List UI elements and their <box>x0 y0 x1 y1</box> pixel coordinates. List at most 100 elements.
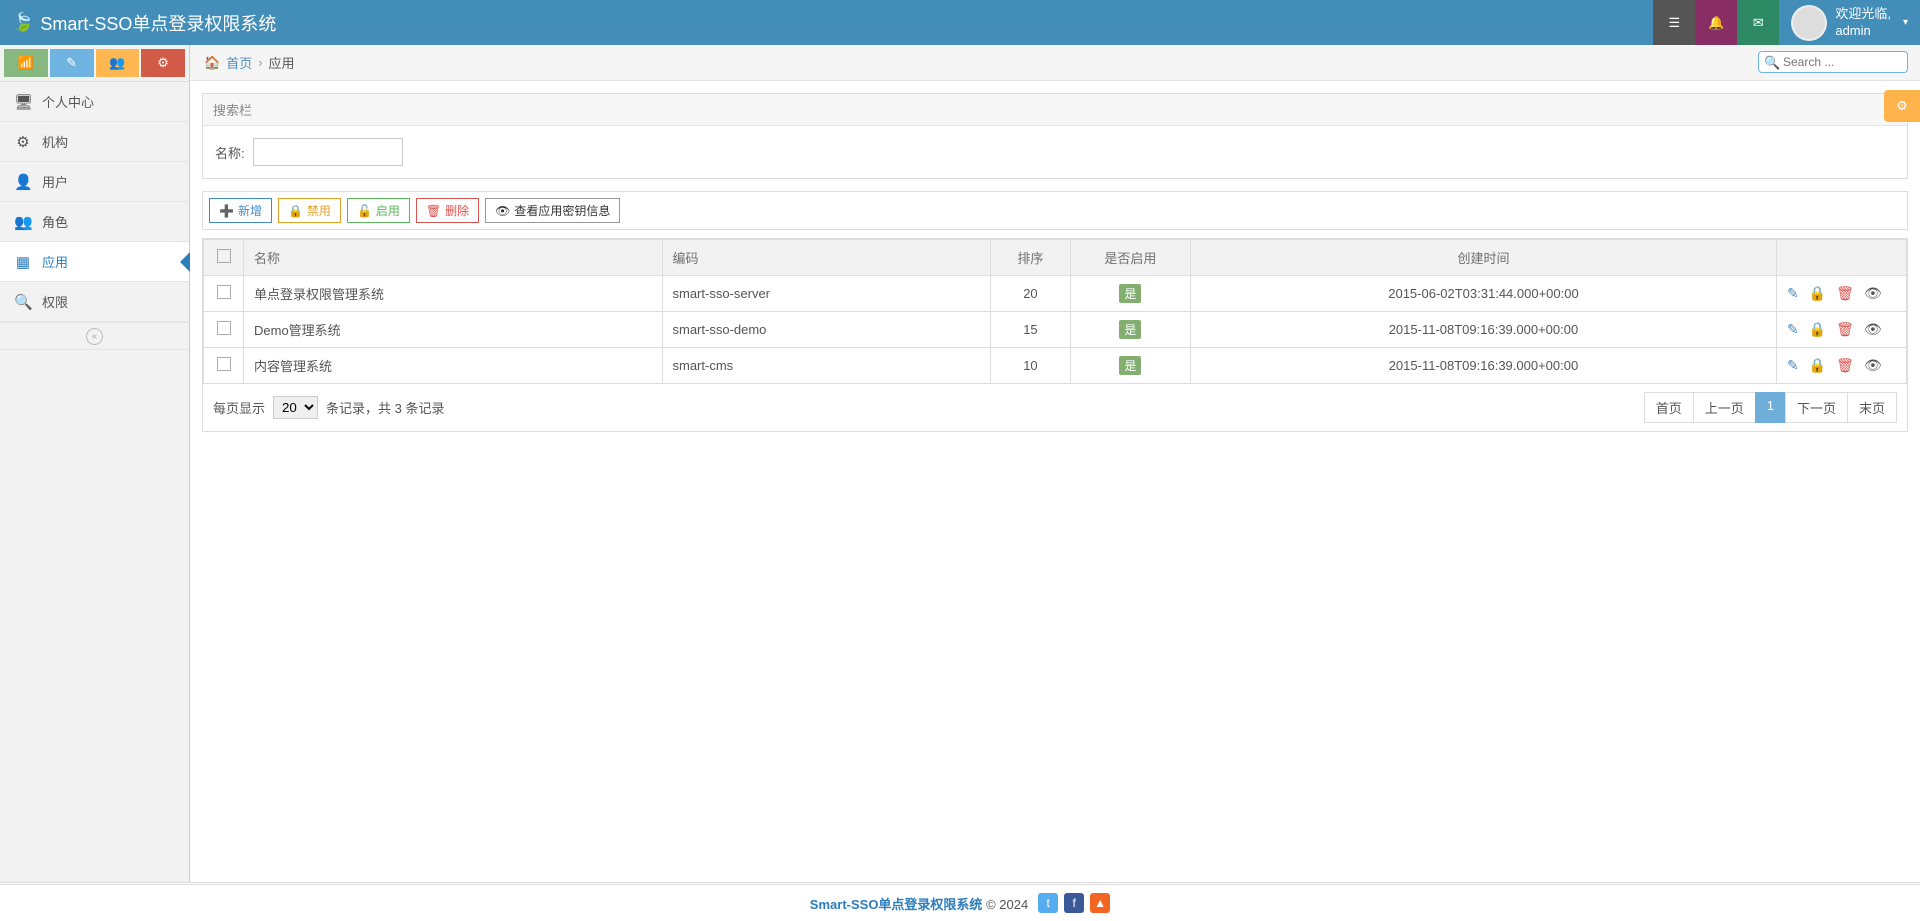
cell-code: smart-cms <box>662 348 990 384</box>
row-checkbox[interactable] <box>217 357 231 371</box>
sidebar-item-users[interactable]: 👤用户 <box>0 162 189 202</box>
shortcut-edit-button[interactable]: ✎ <box>50 49 94 77</box>
cogs-icon: ⚙ <box>157 55 169 71</box>
col-code: 编码 <box>662 240 990 276</box>
sidebar-item-label: 个人中心 <box>42 92 94 111</box>
cell-name: Demo管理系统 <box>244 312 663 348</box>
row-lock-button[interactable]: 🔒 <box>1809 321 1826 338</box>
sidebar-item-roles[interactable]: 👥 角色 <box>0 202 189 242</box>
row-checkbox[interactable] <box>217 285 231 299</box>
cell-created: 2015-06-02T03:31:44.000+00:00 <box>1190 276 1776 312</box>
nav-user-menu[interactable]: 欢迎光临, admin ▾ <box>1779 5 1920 41</box>
data-table-container: 名称 编码 排序 是否启用 创建时间 单点登录权限管理系统smart-sso-s… <box>202 238 1908 432</box>
breadcrumbs: 🏠 首页 › 应用 🔍 <box>190 45 1920 81</box>
cell-enabled: 是 <box>1070 348 1190 384</box>
toolbar: ➕新增 🔒禁用 🔓 启用 🗑删除 👁查看应用密钥信息 <box>202 191 1908 230</box>
enable-button[interactable]: 🔓 启用 <box>347 198 410 223</box>
row-delete-button[interactable]: 🗑 <box>1836 357 1854 374</box>
disable-button[interactable]: 🔒禁用 <box>278 198 341 223</box>
page-next-button[interactable]: 下一页 <box>1785 392 1848 423</box>
nav-tasks-button[interactable]: ☰ <box>1653 0 1695 45</box>
row-delete-button[interactable]: 🗑 <box>1836 285 1854 302</box>
row-actions: ✎ 🔒 🗑 👁 <box>1787 357 1896 374</box>
row-view-button[interactable]: 👁 <box>1864 357 1882 374</box>
shortcut-users-button[interactable]: 👥 <box>96 49 140 77</box>
cell-created: 2015-11-08T09:16:39.000+00:00 <box>1190 348 1776 384</box>
facebook-icon[interactable]: f <box>1064 893 1084 913</box>
unlock-icon: 🔓 <box>357 204 372 218</box>
cell-code: smart-sso-demo <box>662 312 990 348</box>
pencil-icon: ✎ <box>66 55 77 71</box>
sidebar-shortcuts: 📶 ✎ 👥 ⚙ <box>0 45 189 82</box>
footer: Smart-SSO单点登录权限系统 © 2024 t f ▲ <box>0 882 1920 921</box>
row-view-button[interactable]: 👁 <box>1864 285 1882 302</box>
row-lock-button[interactable]: 🔒 <box>1809 357 1826 374</box>
shortcut-settings-button[interactable]: ⚙ <box>141 49 185 77</box>
page-last-button[interactable]: 末页 <box>1847 392 1897 423</box>
grid-icon: ▦ <box>14 253 32 271</box>
cell-enabled: 是 <box>1070 312 1190 348</box>
nav-list: 🖥个人中心 ⚙机构 👤用户 👥 角色 ▦ 应用 🔍权限 <box>0 82 189 322</box>
row-edit-button[interactable]: ✎ <box>1787 357 1799 374</box>
avatar <box>1791 5 1827 41</box>
row-delete-button[interactable]: 🗑 <box>1836 321 1854 338</box>
sidebar-item-label: 应用 <box>42 252 68 271</box>
select-all-checkbox[interactable] <box>217 249 231 263</box>
nav-search: 🔍 <box>1758 51 1908 73</box>
shortcut-chart-button[interactable]: 📶 <box>4 49 48 77</box>
name-label: 名称: <box>215 143 245 162</box>
breadcrumb-separator: › <box>258 55 262 70</box>
eye-icon: 👁 <box>495 204 510 218</box>
name-input[interactable] <box>253 138 403 166</box>
caret-down-icon: ▾ <box>1903 16 1908 29</box>
page-number-button[interactable]: 1 <box>1755 392 1786 423</box>
sidebar-item-profile[interactable]: 🖥个人中心 <box>0 82 189 122</box>
double-angle-left-icon: « <box>86 328 103 345</box>
enabled-badge: 是 <box>1119 356 1141 375</box>
home-icon: 🏠 <box>204 55 220 71</box>
nav-notifications-button[interactable]: 🔔 <box>1695 0 1737 45</box>
leaf-icon: 🍃 <box>12 12 34 33</box>
users-icon: 👥 <box>109 55 125 71</box>
plus-circle-icon: ➕ <box>219 204 234 218</box>
sidebar-item-permissions[interactable]: 🔍权限 <box>0 282 189 322</box>
sidebar-item-organization[interactable]: ⚙机构 <box>0 122 189 162</box>
row-lock-button[interactable]: 🔒 <box>1809 285 1826 302</box>
row-actions: ✎ 🔒 🗑 👁 <box>1787 321 1896 338</box>
sidebar-collapse-button[interactable]: « <box>0 322 189 350</box>
page-first-button[interactable]: 首页 <box>1644 392 1694 423</box>
row-view-button[interactable]: 👁 <box>1864 321 1882 338</box>
delete-button-label: 删除 <box>445 202 469 219</box>
sidebar: 📶 ✎ 👥 ⚙ 🖥个人中心 ⚙机构 👤用户 👥 角色 ▦ 应用 🔍权限 « <box>0 45 190 882</box>
delete-button[interactable]: 🗑删除 <box>416 198 479 223</box>
settings-tab-button[interactable]: ⚙ <box>1884 90 1920 122</box>
group-icon: 👥 <box>14 213 32 231</box>
search-input[interactable] <box>1758 51 1908 73</box>
breadcrumb-home-link[interactable]: 首页 <box>226 53 252 72</box>
sidebar-item-applications[interactable]: ▦ 应用 <box>0 242 189 282</box>
cell-enabled: 是 <box>1070 276 1190 312</box>
sidebar-item-label: 角色 <box>42 212 68 231</box>
page-prev-button[interactable]: 上一页 <box>1693 392 1756 423</box>
row-edit-button[interactable]: ✎ <box>1787 285 1799 302</box>
row-actions: ✎ 🔒 🗑 👁 <box>1787 285 1896 302</box>
enable-button-label: 启用 <box>376 202 400 219</box>
twitter-icon[interactable]: t <box>1038 893 1058 913</box>
search-panel-header: 搜索栏 <box>203 94 1907 126</box>
envelope-icon: ✉ <box>1753 15 1764 31</box>
add-button[interactable]: ➕新增 <box>209 198 272 223</box>
search-icon: 🔍 <box>1764 55 1780 71</box>
cogs-icon: ⚙ <box>14 133 32 151</box>
cell-sort: 10 <box>990 348 1070 384</box>
view-key-button[interactable]: 👁查看应用密钥信息 <box>485 198 620 223</box>
per-page-select[interactable]: 20 <box>273 396 318 419</box>
user-name: admin <box>1835 23 1891 40</box>
app-title: Smart-SSO单点登录权限系统 <box>40 10 276 36</box>
per-page-label: 每页显示 <box>213 398 265 417</box>
gear-icon: ⚙ <box>1896 98 1908 114</box>
row-edit-button[interactable]: ✎ <box>1787 321 1799 338</box>
nav-messages-button[interactable]: ✉ <box>1737 0 1779 45</box>
brand: 🍃 Smart-SSO单点登录权限系统 <box>0 10 288 36</box>
row-checkbox[interactable] <box>217 321 231 335</box>
rss-icon[interactable]: ▲ <box>1090 893 1110 913</box>
